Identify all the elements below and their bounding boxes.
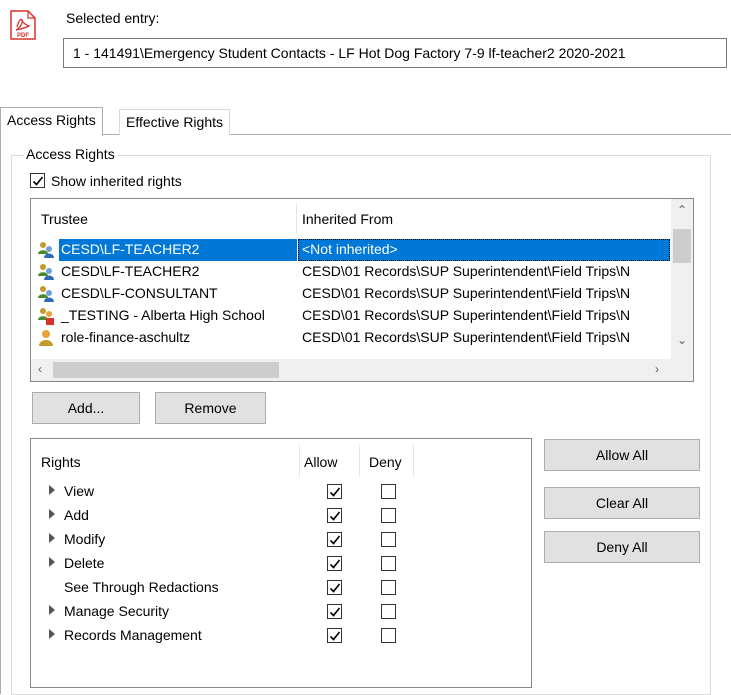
expand-arrow-icon[interactable] [49,629,55,639]
add-button[interactable]: Add... [32,392,140,424]
right-label: Add [64,507,89,523]
trustee-inherited-from: CESD\01 Records\SUP Superintendent\Field… [302,285,631,301]
expand-arrow-icon[interactable] [49,509,55,519]
right-label: View [64,483,95,499]
user-group-icon [38,286,54,302]
trustee-name: CESD\LF-TEACHER2 [61,263,200,279]
deny-checkbox[interactable] [381,580,396,595]
right-item-records-management[interactable]: Records Management [31,625,431,649]
allow-checkbox[interactable] [327,484,342,499]
column-divider [413,445,414,477]
trustee-list[interactable]: Trustee Inherited From CESD\LF-TEACHER2 … [30,198,694,382]
horizontal-scroll-thumb[interactable] [53,362,279,378]
allow-all-button[interactable]: Allow All [544,439,700,471]
checkmark-icon [32,176,44,186]
trustee-row[interactable]: role-finance-aschultz CESD\01 Records\SU… [34,327,670,349]
checkmark-icon [329,511,341,521]
checkmark-icon [329,487,341,497]
tab-access-rights[interactable]: Access Rights [0,107,103,136]
allow-checkbox[interactable] [327,580,342,595]
right-item-see-through-redactions[interactable]: See Through Redactions [31,577,431,601]
show-inherited-label[interactable]: Show inherited rights [51,173,182,189]
right-label: See Through Redactions [64,579,219,595]
checkmark-icon [329,559,341,569]
pdf-file-icon: PDF [10,10,36,40]
column-header-trustee[interactable]: Trustee [41,211,88,227]
scroll-up-icon[interactable]: ⌃ [677,203,687,217]
scroll-right-icon[interactable]: › [655,362,659,376]
trustee-name: CESD\LF-TEACHER2 [61,241,200,257]
user-group-icon [38,242,54,258]
remove-button[interactable]: Remove [155,392,266,424]
allow-checkbox[interactable] [327,508,342,523]
right-label: Records Management [64,627,202,643]
rights-list[interactable]: Rights Allow Deny View Add Modify Delete… [30,438,532,688]
allow-checkbox[interactable] [327,604,342,619]
vertical-scroll-thumb[interactable] [673,229,691,263]
user-role-icon [39,330,53,346]
expand-arrow-icon[interactable] [49,605,55,615]
right-label: Manage Security [64,603,170,619]
deny-checkbox[interactable] [381,532,396,547]
scroll-down-icon[interactable]: ⌄ [677,333,687,347]
deny-checkbox[interactable] [381,628,396,643]
checkmark-icon [329,583,341,593]
scroll-left-icon[interactable]: ‹ [38,362,42,376]
column-header-rights: Rights [41,454,81,470]
trustee-inherited-from: <Not inherited> [302,241,398,257]
column-header-inherited-from[interactable]: Inherited From [302,211,393,227]
checkmark-icon [329,631,341,641]
allow-checkbox[interactable] [327,532,342,547]
allow-checkbox[interactable] [327,628,342,643]
checkmark-icon [329,607,341,617]
column-divider [299,445,300,477]
tab-effective-rights[interactable]: Effective Rights [119,109,231,135]
svg-text:PDF: PDF [17,33,29,39]
trustee-row[interactable]: CESD\LF-CONSULTANT CESD\01 Records\SUP S… [34,283,670,305]
deny-all-button[interactable]: Deny All [544,531,700,563]
user-group-icon [38,264,54,280]
trustee-row[interactable]: CESD\LF-TEACHER2 <Not inherited> [34,239,670,261]
column-header-allow: Allow [304,454,338,470]
clear-all-button[interactable]: Clear All [544,487,700,519]
trustee-inherited-from: CESD\01 Records\SUP Superintendent\Field… [302,263,631,279]
column-divider [359,445,360,477]
expand-arrow-icon[interactable] [49,485,55,495]
right-item-add[interactable]: Add [31,505,431,529]
show-inherited-checkbox[interactable] [30,173,45,188]
user-group-locked-icon [38,308,54,325]
access-rights-group-legend: Access Rights [24,146,117,162]
checkmark-icon [329,535,341,545]
scrollbar-corner [671,359,693,381]
right-item-delete[interactable]: Delete [31,553,431,577]
deny-checkbox[interactable] [381,604,396,619]
deny-checkbox[interactable] [381,508,396,523]
right-item-manage-security[interactable]: Manage Security [31,601,431,625]
expand-arrow-icon[interactable] [49,557,55,567]
allow-checkbox[interactable] [327,556,342,571]
right-item-modify[interactable]: Modify [31,529,431,553]
trustee-row[interactable]: CESD\LF-TEACHER2 CESD\01 Records\SUP Sup… [34,261,670,283]
trustee-name: role-finance-aschultz [61,329,191,345]
trustee-name: CESD\LF-CONSULTANT [61,285,218,301]
expand-arrow-icon[interactable] [49,533,55,543]
deny-checkbox[interactable] [381,484,396,499]
tab-strip: Access Rights Effective Rights [0,107,731,136]
selected-entry-field: 1 - 141491\Emergency Student Contacts - … [63,38,727,68]
trustee-row[interactable]: _TESTING - Alberta High School CESD\01 R… [34,305,670,327]
right-item-view[interactable]: View [31,481,431,505]
trustee-list-vertical-scrollbar[interactable]: ⌃ ⌄ [671,199,693,361]
deny-checkbox[interactable] [381,556,396,571]
trustee-name: _TESTING - Alberta High School [61,307,265,323]
trustee-list-horizontal-scrollbar[interactable]: ‹ › [31,359,671,381]
column-divider[interactable] [296,203,297,233]
trustee-inherited-from: CESD\01 Records\SUP Superintendent\Field… [302,307,631,323]
selected-entry-label: Selected entry: [66,10,160,26]
trustee-inherited-from: CESD\01 Records\SUP Superintendent\Field… [302,329,631,345]
right-label: Delete [64,555,105,571]
right-label: Modify [64,531,106,547]
column-header-deny: Deny [369,454,402,470]
